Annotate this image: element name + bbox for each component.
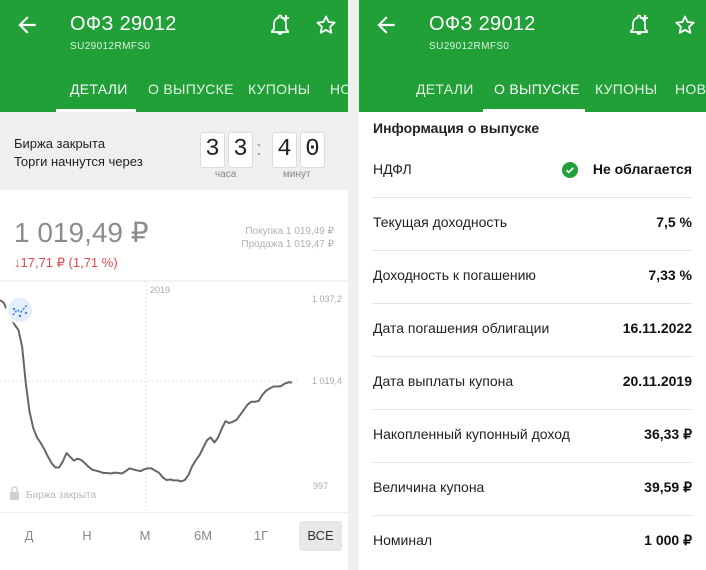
current-price: 1 019,49 ₽ xyxy=(14,217,149,248)
info-row-coupon-value: Величина купона 39,59 ₽ xyxy=(373,462,692,516)
tab-about-issue[interactable]: О ВЫПУСКЕ xyxy=(148,81,234,97)
issue-info-title: Информация о выпуске xyxy=(373,120,540,136)
minutes-label: минут xyxy=(283,169,311,180)
exchange-closed-label: Биржа закрыта xyxy=(14,136,106,151)
row-label: Дата погашения облигации xyxy=(373,320,550,336)
bond-title: ОФЗ 29012 xyxy=(70,13,177,35)
tab-bar: ДЕТАЛИ О ВЫПУСКЕ КУПОНЫ НОВО xyxy=(359,72,706,112)
countdown-digit: 0 xyxy=(300,132,325,168)
row-label: Текущая доходность xyxy=(373,214,508,230)
market-status: Биржа закрыта Торги начнутся через 3 3 :… xyxy=(0,112,348,190)
tab-details[interactable]: ДЕТАЛИ xyxy=(416,81,474,97)
row-value: 1 000 ₽ xyxy=(644,532,692,548)
tab-bar: ДЕТАЛИ О ВЫПУСКЕ КУПОНЫ НО xyxy=(0,72,348,112)
axis-min-label: 997 xyxy=(313,481,328,491)
price-chart[interactable]: 2019 1 037,2 1 019,4 997 Биржа закрыта xyxy=(0,280,348,510)
back-arrow-icon[interactable] xyxy=(14,12,40,38)
row-label: Дата выплаты купона xyxy=(373,373,514,389)
app-bar: ОФЗ 29012 SU29012RMFS0 ДЕТАЛИ О ВЫПУСКЕ … xyxy=(359,0,706,112)
row-label: Накопленный купонный доход xyxy=(373,426,570,442)
info-row-yield-to-maturity: Доходность к погашению 7,33 % xyxy=(373,250,692,304)
bond-isin: SU29012RMFS0 xyxy=(70,41,151,52)
countdown-digit: 4 xyxy=(272,132,297,168)
tab-details[interactable]: ДЕТАЛИ xyxy=(70,81,128,97)
row-value: 39,59 ₽ xyxy=(644,479,692,495)
bond-isin: SU29012RMFS0 xyxy=(429,41,510,52)
info-row-current-yield: Текущая доходность 7,5 % xyxy=(373,197,692,251)
axis-current-label: 1 019,4 xyxy=(312,376,342,386)
countdown-digit: 3 xyxy=(228,132,253,168)
price-change: ↓17,71 ₽ (1,71 %) xyxy=(14,255,118,270)
axis-max-label: 1 037,2 xyxy=(312,294,342,304)
period-all[interactable]: ВСЕ xyxy=(299,521,342,551)
row-value: 7,33 % xyxy=(648,267,692,283)
check-circle-icon xyxy=(562,162,578,178)
period-month[interactable]: М xyxy=(128,521,162,551)
app-bar: ОФЗ 29012 SU29012RMFS0 ДЕТАЛИ О ВЫПУСКЕ … xyxy=(0,0,348,112)
period-6-months[interactable]: 6М xyxy=(186,521,220,551)
star-icon[interactable] xyxy=(673,13,697,37)
period-selector: Д Н М 6М 1Г ВСЕ xyxy=(0,512,348,570)
trading-starts-label: Торги начнутся через xyxy=(14,154,143,169)
row-label: Величина купона xyxy=(373,479,485,495)
info-row-nominal: Номинал 1 000 ₽ xyxy=(373,515,692,568)
chart-analytics-icon[interactable] xyxy=(6,296,34,324)
period-day[interactable]: Д xyxy=(12,521,46,551)
tab-news[interactable]: НОВО xyxy=(675,81,706,97)
ask-price: Продажа 1 019,47 ₽ xyxy=(241,239,334,250)
active-tab-indicator xyxy=(483,109,585,112)
info-row-ndfl: НДФЛ Не облагается xyxy=(373,144,692,198)
countdown-separator: : xyxy=(256,138,262,160)
row-label: Номинал xyxy=(373,532,433,548)
bid-price: Покупка 1 019,49 ₽ xyxy=(245,226,334,237)
tab-about-issue[interactable]: О ВЫПУСКЕ xyxy=(494,81,580,97)
tab-coupons[interactable]: КУПОНЫ xyxy=(595,81,657,97)
info-row-maturity-date: Дата погашения облигации 16.11.2022 xyxy=(373,303,692,357)
row-label: Доходность к погашению xyxy=(373,267,536,283)
about-issue-screen: ОФЗ 29012 SU29012RMFS0 ДЕТАЛИ О ВЫПУСКЕ … xyxy=(359,0,706,570)
period-week[interactable]: Н xyxy=(70,521,104,551)
countdown-digit: 3 xyxy=(200,132,225,168)
row-value: 16.11.2022 xyxy=(622,320,692,336)
screen-separator xyxy=(348,0,359,570)
row-value: 7,5 % xyxy=(656,214,692,230)
row-value: Не облагается xyxy=(592,161,692,177)
row-value: 36,33 ₽ xyxy=(644,426,692,442)
notification-add-icon[interactable] xyxy=(627,13,651,37)
row-value: 20.11.2019 xyxy=(622,373,692,389)
tab-coupons[interactable]: КУПОНЫ xyxy=(248,81,310,97)
year-label: 2019 xyxy=(150,285,170,295)
back-arrow-icon[interactable] xyxy=(373,12,399,38)
exchange-closed-watermark: Биржа закрыта xyxy=(26,490,96,501)
lock-icon xyxy=(10,486,19,500)
star-icon[interactable] xyxy=(314,13,338,37)
info-row-coupon-date: Дата выплаты купона 20.11.2019 xyxy=(373,356,692,410)
details-screen: ОФЗ 29012 SU29012RMFS0 ДЕТАЛИ О ВЫПУСКЕ … xyxy=(0,0,348,570)
info-row-accrued-income: Накопленный купонный доход 36,33 ₽ xyxy=(373,409,692,463)
row-label: НДФЛ xyxy=(373,161,412,177)
tab-news[interactable]: НО xyxy=(330,81,348,97)
bond-title: ОФЗ 29012 xyxy=(429,13,536,35)
period-year[interactable]: 1Г xyxy=(244,521,278,551)
hours-label: часа xyxy=(215,169,237,180)
notification-add-icon[interactable] xyxy=(268,13,292,37)
